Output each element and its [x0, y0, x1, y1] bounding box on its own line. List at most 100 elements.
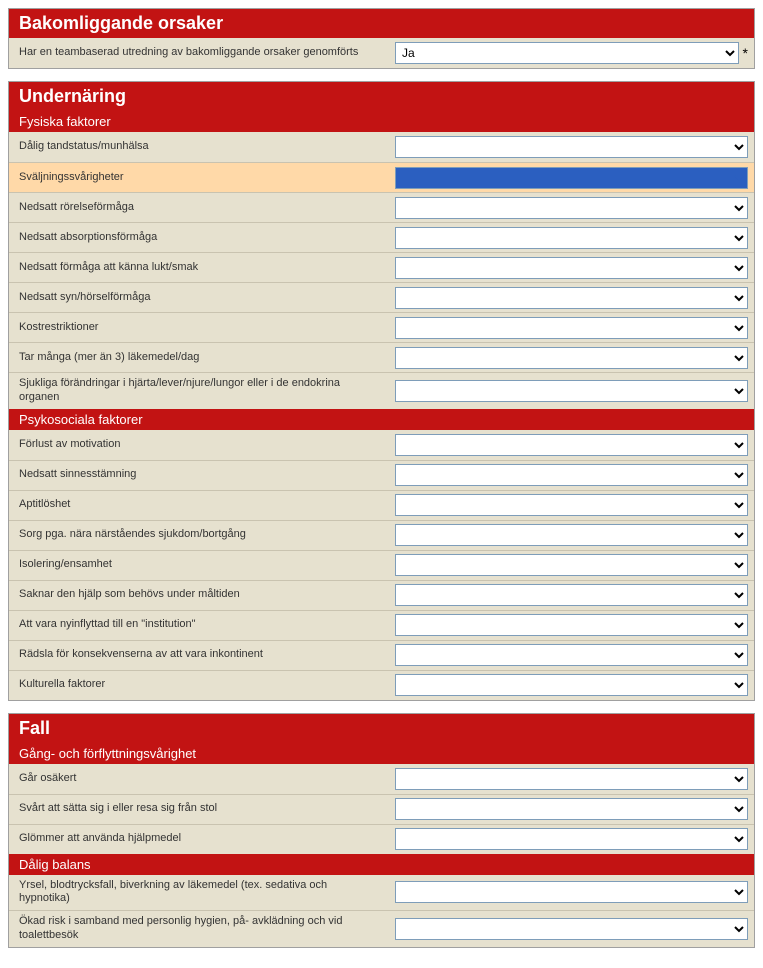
section-undernaring: Undernäring Fysiska faktorer Dålig tands… — [8, 81, 755, 701]
form-row: Ökad risk i samband med personlig hygien… — [9, 910, 754, 947]
required-marker: * — [743, 45, 748, 61]
form-row: Kostrestriktioner — [9, 312, 754, 342]
row-select[interactable] — [395, 524, 748, 546]
form-row: Tar många (mer än 3) läkemedel/dag — [9, 342, 754, 372]
form-row: Glömmer att använda hjälpmedel — [9, 824, 754, 854]
form-row: Sjukliga förändringar i hjärta/lever/nju… — [9, 372, 754, 409]
row-control — [389, 641, 754, 669]
row-control — [389, 521, 754, 549]
row-control — [389, 344, 754, 372]
teambaserad-select[interactable]: Ja — [395, 42, 739, 64]
row-label: Saknar den hjälp som behövs under måltid… — [9, 584, 389, 606]
row-select[interactable] — [395, 768, 748, 790]
row-control — [389, 491, 754, 519]
form-row: Kulturella faktorer — [9, 670, 754, 700]
row-label: Glömmer att använda hjälpmedel — [9, 828, 389, 850]
row-select[interactable] — [395, 554, 748, 576]
row-control — [389, 581, 754, 609]
row-select[interactable] — [395, 257, 748, 279]
row-select[interactable] — [395, 464, 748, 486]
section-fall: Fall Gång- och förflyttningsvårighet Går… — [8, 713, 755, 948]
row-select[interactable] — [395, 918, 748, 940]
psyko-body: Förlust av motivation Nedsatt sinnesstämn… — [9, 430, 754, 700]
row-select[interactable] — [395, 197, 748, 219]
row-select[interactable] — [395, 584, 748, 606]
form-row: Yrsel, blodtrycksfall, biverkning av läk… — [9, 875, 754, 911]
row-label: Förlust av motivation — [9, 434, 389, 456]
row-control — [389, 314, 754, 342]
section-title: Bakomliggande orsaker — [9, 9, 754, 38]
row-label: Tar många (mer än 3) läkemedel/dag — [9, 347, 389, 369]
form-row: Att vara nyinflyttad till en "institutio… — [9, 610, 754, 640]
row-label: Sorg pga. nära närståendes sjukdom/bortg… — [9, 524, 389, 546]
form-row: Rädsla för konsekvenserna av att vara in… — [9, 640, 754, 670]
row-label: Nedsatt syn/hörselförmåga — [9, 287, 389, 309]
row-control — [389, 133, 754, 161]
section-title: Undernäring — [9, 82, 754, 111]
row-label: Aptitlöshet — [9, 494, 389, 516]
row-control — [389, 915, 754, 943]
form-row: Går osäkert — [9, 764, 754, 794]
row-select[interactable] — [395, 380, 748, 402]
row-label: Har en teambaserad utredning av bakomlig… — [9, 42, 389, 64]
row-control — [389, 164, 754, 192]
form-row: Nedsatt rörelseförmåga — [9, 192, 754, 222]
row-label: Nedsatt sinnesstämning — [9, 464, 389, 486]
subsection-title: Dålig balans — [9, 854, 754, 875]
section-title: Fall — [9, 714, 754, 743]
row-control — [389, 194, 754, 222]
row-label: Sväljningssvårigheter — [9, 167, 389, 189]
row-control — [389, 825, 754, 853]
row-label: Sjukliga förändringar i hjärta/lever/nju… — [9, 373, 389, 409]
row-select[interactable] — [395, 828, 748, 850]
row-label: Nedsatt rörelseförmåga — [9, 197, 389, 219]
section-bakomliggande: Bakomliggande orsaker Har en teambaserad… — [8, 8, 755, 69]
form-row: Nedsatt sinnesstämning — [9, 460, 754, 490]
row-control — [389, 795, 754, 823]
row-select[interactable] — [395, 494, 748, 516]
row-control — [389, 878, 754, 906]
row-select[interactable] — [395, 136, 748, 158]
row-select[interactable] — [395, 287, 748, 309]
form-row: Dålig tandstatus/munhälsa — [9, 132, 754, 162]
subsection-title: Gång- och förflyttningsvårighet — [9, 743, 754, 764]
fysiska-body: Dålig tandstatus/munhälsa Sväljningssvåri… — [9, 132, 754, 409]
form-row: Isolering/ensamhet — [9, 550, 754, 580]
row-select[interactable] — [395, 798, 748, 820]
row-select[interactable] — [395, 674, 748, 696]
row-control — [389, 224, 754, 252]
row-select[interactable] — [395, 167, 748, 189]
row-label: Yrsel, blodtrycksfall, biverkning av läk… — [9, 875, 389, 911]
row-control — [389, 431, 754, 459]
row-control — [389, 551, 754, 579]
row-control — [389, 284, 754, 312]
form-row: Aptitlöshet — [9, 490, 754, 520]
form-row: Saknar den hjälp som behövs under måltid… — [9, 580, 754, 610]
row-label: Svårt att sätta sig i eller resa sig frå… — [9, 798, 389, 820]
subsection-title: Fysiska faktorer — [9, 111, 754, 132]
row-select[interactable] — [395, 227, 748, 249]
row-select[interactable] — [395, 317, 748, 339]
subsection-title: Psykosociala faktorer — [9, 409, 754, 430]
row-control — [389, 671, 754, 699]
row-label: Att vara nyinflyttad till en "institutio… — [9, 614, 389, 636]
row-label: Kostrestriktioner — [9, 317, 389, 339]
row-control: Ja * — [389, 39, 754, 67]
gang-body: Går osäkert Svårt att sätta sig i eller r… — [9, 764, 754, 854]
row-control — [389, 254, 754, 282]
form-row: Sväljningssvårigheter — [9, 162, 754, 192]
row-select[interactable] — [395, 644, 748, 666]
row-label: Kulturella faktorer — [9, 674, 389, 696]
row-select[interactable] — [395, 614, 748, 636]
row-control — [389, 461, 754, 489]
row-label: Rädsla för konsekvenserna av att vara in… — [9, 644, 389, 666]
row-select[interactable] — [395, 434, 748, 456]
row-label: Nedsatt absorptionsförmåga — [9, 227, 389, 249]
row-control — [389, 611, 754, 639]
row-label: Isolering/ensamhet — [9, 554, 389, 576]
form-row: Förlust av motivation — [9, 430, 754, 460]
form-row: Svårt att sätta sig i eller resa sig frå… — [9, 794, 754, 824]
row-select[interactable] — [395, 347, 748, 369]
row-label: Går osäkert — [9, 768, 389, 790]
row-select[interactable] — [395, 881, 748, 903]
